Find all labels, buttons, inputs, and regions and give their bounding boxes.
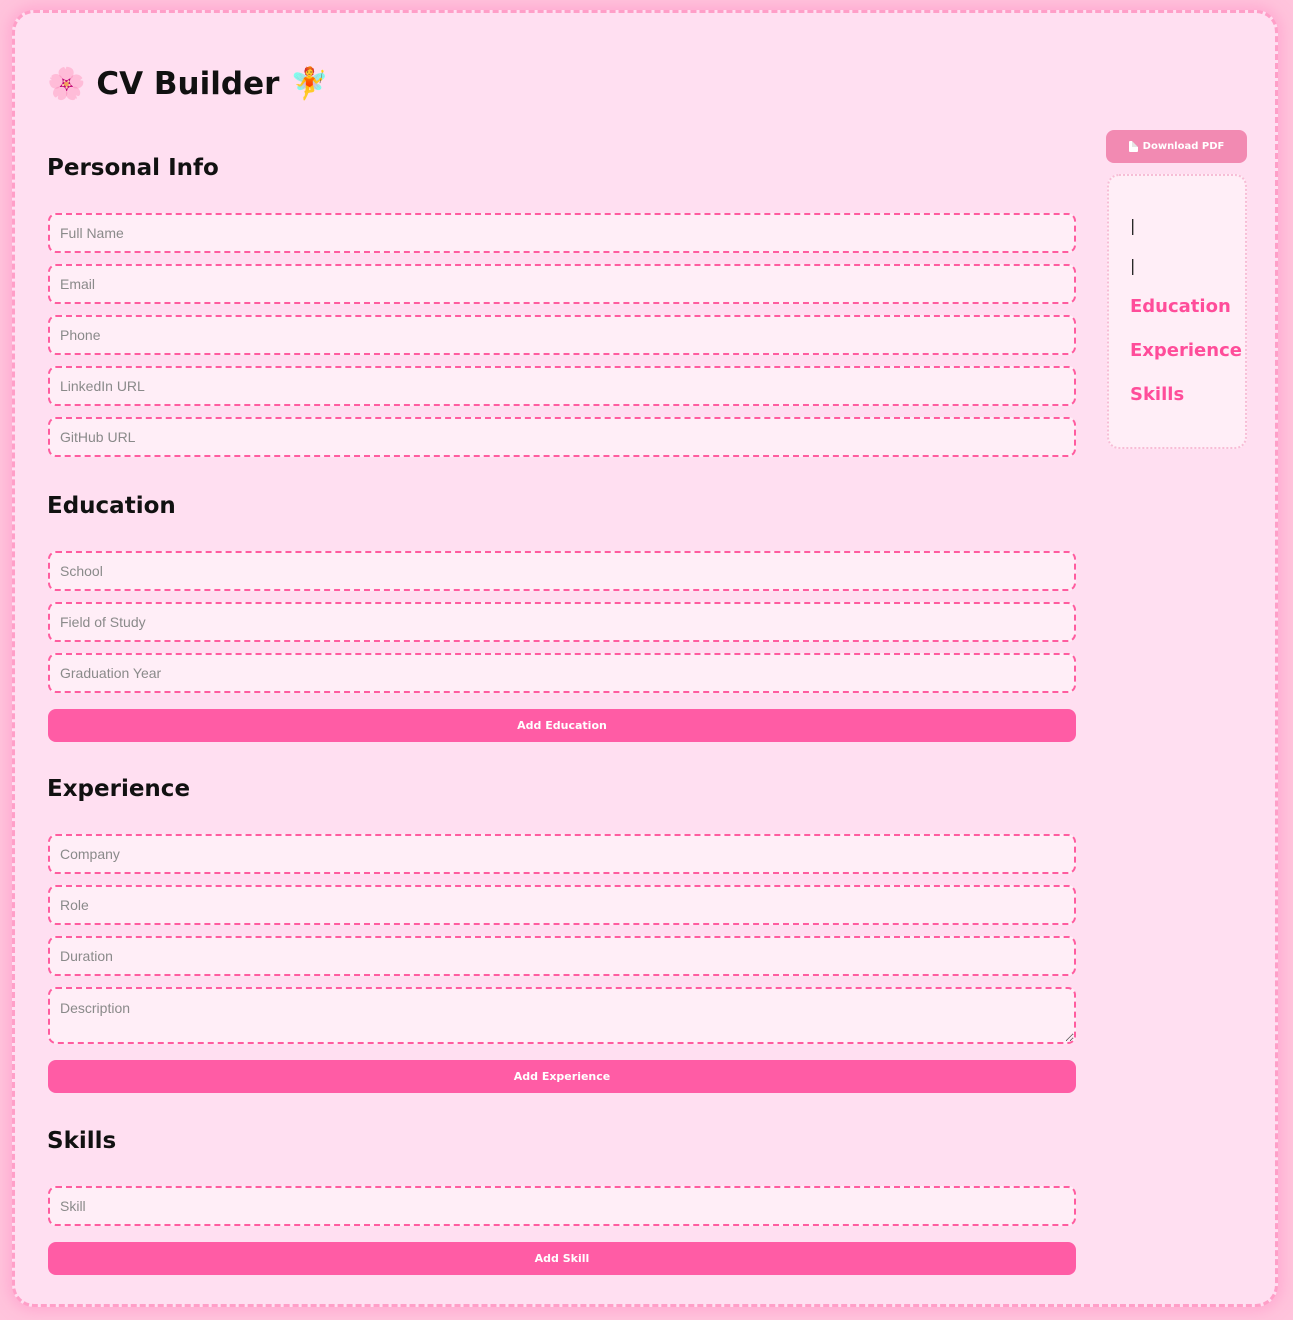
- skill-input[interactable]: [48, 1186, 1076, 1226]
- page-title: 🌸 CV Builder 🧚: [47, 66, 329, 102]
- document-icon: [1128, 141, 1138, 152]
- preview-education-heading: Education: [1130, 296, 1231, 317]
- company-input[interactable]: [48, 834, 1076, 874]
- school-input[interactable]: [48, 551, 1076, 591]
- description-textarea[interactable]: [48, 987, 1076, 1044]
- role-input[interactable]: [48, 885, 1076, 925]
- cv-builder-container: 🌸 CV Builder 🧚 Personal Info Education A…: [12, 10, 1278, 1307]
- cv-preview-panel: | | Education Experience Skills: [1107, 174, 1247, 449]
- phone-input[interactable]: [48, 315, 1076, 355]
- linkedin-url-input[interactable]: [48, 366, 1076, 406]
- education-heading: Education: [47, 493, 176, 519]
- experience-heading: Experience: [47, 776, 191, 802]
- duration-input[interactable]: [48, 936, 1076, 976]
- download-pdf-button[interactable]: Download PDF: [1106, 130, 1247, 163]
- graduation-year-input[interactable]: [48, 653, 1076, 693]
- github-url-input[interactable]: [48, 417, 1076, 457]
- preview-contact-line: |: [1130, 256, 1136, 275]
- preview-experience-heading: Experience: [1130, 340, 1242, 361]
- preview-skills-heading: Skills: [1130, 384, 1185, 405]
- download-pdf-label: Download PDF: [1142, 141, 1225, 152]
- email-input[interactable]: [48, 264, 1076, 304]
- personal-info-heading: Personal Info: [47, 155, 219, 181]
- add-skill-button[interactable]: Add Skill: [48, 1242, 1076, 1275]
- preview-name-line: |: [1130, 216, 1136, 235]
- full-name-input[interactable]: [48, 213, 1076, 253]
- add-education-button[interactable]: Add Education: [48, 709, 1076, 742]
- field-of-study-input[interactable]: [48, 602, 1076, 642]
- add-experience-button[interactable]: Add Experience: [48, 1060, 1076, 1093]
- skills-heading: Skills: [47, 1128, 117, 1154]
